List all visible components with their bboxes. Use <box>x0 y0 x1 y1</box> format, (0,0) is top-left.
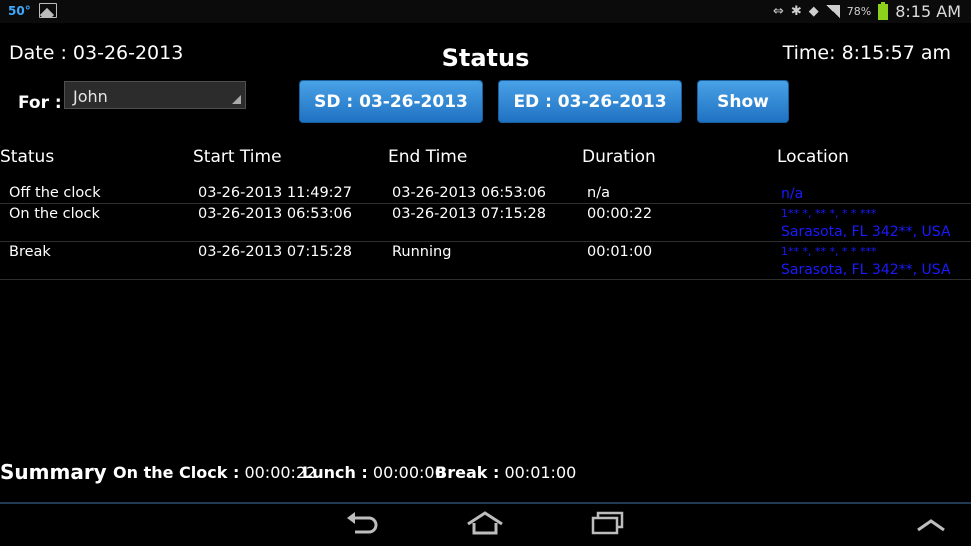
row-end-time: Running <box>392 244 452 260</box>
status-bar-left: 50° <box>8 3 57 18</box>
chevron-up-icon[interactable] <box>915 510 947 543</box>
summary-title: Summary <box>0 460 107 484</box>
home-icon[interactable] <box>465 510 505 543</box>
row-status: Break <box>9 244 51 260</box>
row-end-time: 03-26-2013 07:15:28 <box>392 206 546 222</box>
row-status: Off the clock <box>9 185 101 201</box>
row-duration: 00:00:22 <box>587 206 653 222</box>
summary-on-clock: On the Clock : 00:00:22 <box>113 463 316 482</box>
row-divider <box>0 279 971 280</box>
row-location-link[interactable]: Sarasota, FL 342**, USA <box>781 262 951 278</box>
back-icon[interactable] <box>345 510 379 543</box>
time-value: 8:15:57 am <box>841 42 951 64</box>
row-start-time: 03-26-2013 06:53:06 <box>198 206 352 222</box>
summary-break-value: 00:01:00 <box>504 463 577 482</box>
row-location-link[interactable]: 1** *, ** *, * * *** <box>781 245 876 258</box>
for-label: For : <box>18 93 62 113</box>
summary-lunch-label: Lunch : <box>302 463 368 482</box>
status-clock: 8:15 AM <box>895 2 961 21</box>
start-date-button[interactable]: SD : 03-26-2013 <box>299 80 483 123</box>
end-date-button[interactable]: ED : 03-26-2013 <box>498 80 682 123</box>
bluetooth-icon: ✱ <box>790 4 802 19</box>
column-header-start-time: Start Time <box>193 147 282 167</box>
time-display: Time: 8:15:57 am <box>783 42 951 64</box>
user-select[interactable]: John <box>64 81 246 109</box>
row-duration: 00:01:00 <box>587 244 653 260</box>
show-button[interactable]: Show <box>697 80 789 123</box>
system-navigation-bar <box>0 504 971 546</box>
row-start-time: 03-26-2013 11:49:27 <box>198 185 352 201</box>
image-notification-icon <box>38 3 57 18</box>
battery-percentage: 78% <box>846 5 872 18</box>
battery-icon <box>878 1 889 20</box>
row-divider <box>0 203 971 204</box>
summary-lunch-value: 00:00:00 <box>372 463 445 482</box>
row-location-link[interactable]: n/a <box>781 186 803 202</box>
data-sync-icon: ⇔ <box>772 4 784 19</box>
column-header-end-time: End Time <box>388 147 468 167</box>
wifi-icon: ◆ <box>808 4 819 19</box>
row-location-link[interactable]: 1** *, ** *, * * *** <box>781 207 876 220</box>
dropdown-caret-icon <box>232 95 241 104</box>
temperature-text: 50° <box>8 3 31 18</box>
summary-break-label: Break : <box>435 463 500 482</box>
system-status-bar: 50° ⇔ ✱ ◆ 78% 8:15 AM <box>0 0 971 23</box>
signal-icon <box>825 5 840 18</box>
column-header-status: Status <box>0 147 55 167</box>
row-end-time: 03-26-2013 06:53:06 <box>392 185 546 201</box>
user-select-value: John <box>73 87 108 106</box>
row-start-time: 03-26-2013 07:15:28 <box>198 244 352 260</box>
row-status: On the clock <box>9 206 100 222</box>
column-header-duration: Duration <box>582 147 656 167</box>
summary-on-clock-label: On the Clock : <box>113 463 240 482</box>
time-label: Time: <box>782 42 836 64</box>
row-divider <box>0 241 971 242</box>
summary-break: Break : 00:01:00 <box>435 463 576 482</box>
summary-lunch: Lunch : 00:00:00 <box>302 463 445 482</box>
row-location-link[interactable]: Sarasota, FL 342**, USA <box>781 224 951 240</box>
column-header-location: Location <box>777 147 849 167</box>
status-bar-right: ⇔ ✱ ◆ 78% 8:15 AM <box>772 1 961 21</box>
recents-icon[interactable] <box>590 510 626 543</box>
row-duration: n/a <box>587 185 610 201</box>
